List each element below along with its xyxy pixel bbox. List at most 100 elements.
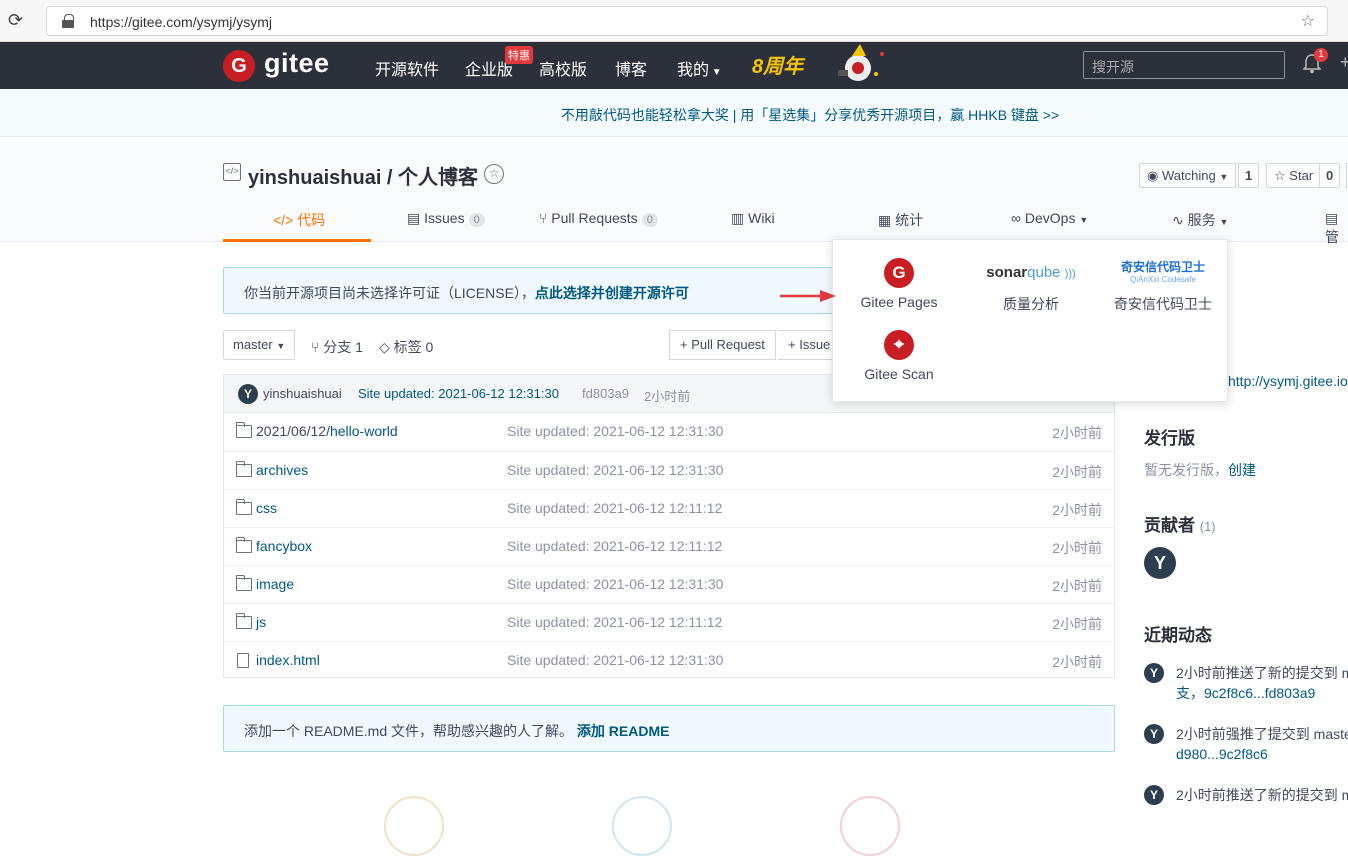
feature-circle-icon [840,796,900,856]
star-count[interactable]: 0 [1319,163,1341,188]
activity-link[interactable]: 支，9c2f8c6...fd803a9 [1176,683,1315,703]
create-release-link[interactable]: 创建 [1228,462,1256,478]
file-commit-message[interactable]: Site updated: 2021-06-12 12:31:30 [507,652,723,668]
nav-blog[interactable]: 博客 [615,56,647,80]
branches-link[interactable]: ⑂ 分支 1 [311,337,363,357]
commit-hash[interactable]: fd803a9 [582,386,629,401]
releases-empty: 暂无发行版， [1144,462,1228,478]
tab-wiki[interactable]: ▥ Wiki [731,210,775,227]
branch-selector[interactable]: master ▼ [223,330,295,360]
file-name-link[interactable]: fancybox [256,538,312,554]
folder-icon [236,422,252,438]
tab-manage[interactable]: ▤ 管 [1325,210,1348,247]
star-button[interactable]: ☆ Star [1266,163,1322,188]
file-commit-message[interactable]: Site updated: 2021-06-12 12:31:30 [507,462,723,478]
browser-toolbar: ⟳ https://gitee.com/ysymj/ysymj ☆ [0,0,1348,42]
address-bar[interactable]: https://gitee.com/ysymj/ysymj ☆ [46,6,1328,36]
readme-text: 添加一个 README.md 文件，帮助感兴趣的人了解。 [244,723,574,739]
annotation-arrow-icon [780,290,836,302]
nav-open-source[interactable]: 开源软件 [375,56,439,80]
releases-text: 暂无发行版，创建 [1144,460,1256,480]
pages-site-url[interactable]: http://ysymj.gitee.io [1228,373,1348,389]
file-name-link[interactable]: index.html [256,652,320,668]
table-row: fancybox Site updated: 2021-06-12 12:11:… [224,527,1114,565]
tab-code-label: 代码 [297,212,326,228]
file-commit-message[interactable]: Site updated: 2021-06-12 12:11:12 [507,500,722,516]
file-commit-message[interactable]: Site updated: 2021-06-12 12:11:12 [507,538,722,554]
active-tab-indicator [223,239,371,242]
tab-issues[interactable]: ▤ Issues 0 [407,210,485,227]
file-icon [237,653,249,668]
license-text: 你当前开源项目尚未选择许可证（LICENSE）， [244,285,535,301]
gitee-logo-text[interactable]: gitee [264,48,330,79]
avatar[interactable]: Y [1144,547,1176,579]
tab-services[interactable]: ∿ 服务 ▼ [1172,210,1228,230]
gitee-logo-icon[interactable]: G [223,50,255,82]
table-row: js Site updated: 2021-06-12 12:11:12 2小时… [224,603,1114,641]
tab-pull-requests[interactable]: ⑂ Pull Requests 0 [539,210,658,227]
create-menu-icon[interactable]: + [1340,52,1348,73]
qianxin-logo-text: 奇安信代码卫士 [1120,260,1205,274]
url-text[interactable]: https://gitee.com/ysymj/ysymj [90,14,272,30]
file-commit-message[interactable]: Site updated: 2021-06-12 12:11:12 [507,614,722,630]
service-label: 质量分析 [1003,296,1059,312]
readme-notice: 添加一个 README.md 文件，帮助感兴趣的人了解。 添加 README [223,705,1115,752]
reload-icon[interactable]: ⟳ [8,10,23,31]
file-commit-message[interactable]: Site updated: 2021-06-12 12:31:30 [507,576,723,592]
lock-icon [62,14,74,28]
file-time: 2小时前 [1052,464,1102,480]
anniversary-banner[interactable]: 8周年 [752,50,803,79]
add-readme-link[interactable]: 添加 README [577,723,670,739]
recommend-badge-icon[interactable]: ☆ [484,164,504,184]
avatar[interactable]: Y [1144,785,1164,805]
nav-education[interactable]: 高校版 [539,56,587,80]
tab-devops[interactable]: ∞ DevOps ▼ [1011,210,1088,226]
commit-author[interactable]: yinshuaishuai [263,386,342,401]
feature-circle-icon [612,796,672,856]
eye-icon: ◉ [1147,168,1159,183]
promo-banner-link[interactable]: 不用敲代码也能轻松拿大奖 | 用「星选集」分享优秀开源项目，赢 HHKB 键盘 … [0,105,1348,125]
avatar[interactable]: Y [1144,663,1164,683]
branch-name: master [233,337,273,352]
file-commit-message[interactable]: Site updated: 2021-06-12 12:31:30 [507,423,723,439]
activity-link[interactable]: d980...9c2f8c6 [1176,744,1268,764]
branches-count: 分支 1 [323,339,363,355]
file-name-link[interactable]: css [256,500,277,516]
file-name-link[interactable]: image [256,576,294,592]
search-input[interactable]: 搜开源 [1083,51,1285,79]
tags-link[interactable]: ◇ 标签 0 [379,337,433,357]
watch-button[interactable]: ◉ Watching ▼ [1139,163,1237,188]
folder-icon [236,575,252,591]
tab-code[interactable]: </> 代码 [273,210,325,230]
create-license-link[interactable]: 点此选择并创建开源许可 [535,285,689,301]
readme-notice-text: 添加一个 README.md 文件，帮助感兴趣的人了解。 添加 README [244,721,669,741]
service-sonarqube[interactable]: sonarqube ))) 质量分析 [971,258,1091,314]
avatar[interactable]: Y [238,384,258,404]
nav-mine-label: 我的 [677,62,710,79]
watch-count[interactable]: 1 [1238,163,1260,188]
file-name-link[interactable]: 2021/06/12/hello-world [256,423,398,439]
service-qianxin-codesafe[interactable]: 奇安信代码卫士 QiAnXin Codesafe 奇安信代码卫士 [1103,258,1223,314]
add-favorite-icon[interactable]: ☆ [1301,11,1315,31]
activity-title: 近期动态 [1144,626,1212,645]
activity-text: 2小时前推送了新的提交到 m [1176,787,1348,803]
file-name-link[interactable]: archives [256,462,308,478]
table-row: archives Site updated: 2021-06-12 12:31:… [224,451,1114,489]
repo-title[interactable]: yinshuaishuai / 个人博客 [248,161,478,190]
tab-devops-label: DevOps [1024,210,1076,226]
activity-text: 2小时前推送了新的提交到 m [1176,665,1348,681]
mascot-icon [838,44,884,81]
nav-mine[interactable]: 我的 ▼ [677,56,722,80]
avatar[interactable]: Y [1144,724,1164,744]
commit-message[interactable]: Site updated: 2021-06-12 12:31:30 [358,386,559,401]
file-time: 2小时前 [1052,654,1102,670]
tab-pr-label: Pull Requests [551,210,638,226]
file-name-link[interactable]: js [256,614,266,630]
folder-icon [236,613,252,629]
service-label: 奇安信代码卫士 [1114,296,1212,312]
service-gitee-scan[interactable]: ⌖ Gitee Scan [839,330,959,382]
tab-stats[interactable]: ▦ 统计 [878,210,923,230]
service-gitee-pages[interactable]: G Gitee Pages [839,258,959,310]
tab-manage-label: 管 [1325,229,1339,245]
new-pull-request-button[interactable]: + Pull Request [669,330,776,360]
